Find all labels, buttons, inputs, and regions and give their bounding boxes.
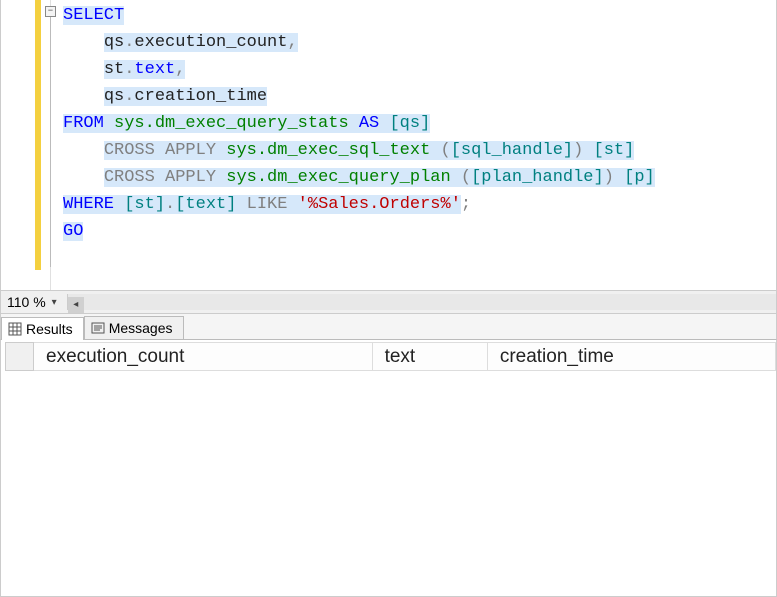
code-line: CROSS APPLY sys.dm_exec_query_plan ([pla… (63, 164, 776, 191)
sql-editor[interactable]: − SELECT qs.execution_count, st.text, qs… (0, 0, 777, 290)
row-header-corner[interactable] (6, 343, 34, 371)
code-line: CROSS APPLY sys.dm_exec_sql_text ([sql_h… (63, 137, 776, 164)
change-indicator (35, 0, 41, 270)
editor-gutter: − (1, 0, 51, 290)
code-line: qs.execution_count, (63, 29, 776, 56)
grid-icon (8, 322, 22, 336)
code-line: SELECT (63, 2, 776, 29)
code-line: FROM sys.dm_exec_query_stats AS [qs] (63, 110, 776, 137)
column-header[interactable]: execution_count (34, 343, 373, 371)
tab-messages-label: Messages (109, 320, 173, 336)
zoom-bar: 110 % ▾ ◂ (0, 290, 777, 314)
tab-results[interactable]: Results (1, 317, 84, 340)
code-line: st.text, (63, 56, 776, 83)
code-text[interactable]: SELECT qs.execution_count, st.text, qs.c… (51, 0, 776, 290)
column-header[interactable]: creation_time (487, 343, 775, 371)
results-tabs: Results Messages (0, 314, 777, 340)
zoom-dropdown-icon[interactable]: ▾ (48, 297, 61, 308)
zoom-level[interactable]: 110 % (5, 294, 48, 310)
collapse-toggle[interactable]: − (45, 6, 56, 17)
horizontal-scrollbar[interactable]: ◂ (67, 294, 776, 310)
code-line: qs.creation_time (63, 83, 776, 110)
tab-results-label: Results (26, 321, 73, 337)
scroll-left-icon[interactable]: ◂ (68, 297, 84, 313)
results-grid[interactable]: execution_count text creation_time (5, 342, 776, 371)
results-pane: execution_count text creation_time (0, 340, 777, 597)
messages-icon (91, 321, 105, 335)
collapse-guide (50, 17, 51, 267)
column-header[interactable]: text (372, 343, 487, 371)
code-line: WHERE [st].[text] LIKE '%Sales.Orders%'; (63, 191, 776, 218)
table-header-row: execution_count text creation_time (6, 343, 776, 371)
tab-messages[interactable]: Messages (84, 316, 184, 339)
code-line: GO (63, 218, 776, 245)
